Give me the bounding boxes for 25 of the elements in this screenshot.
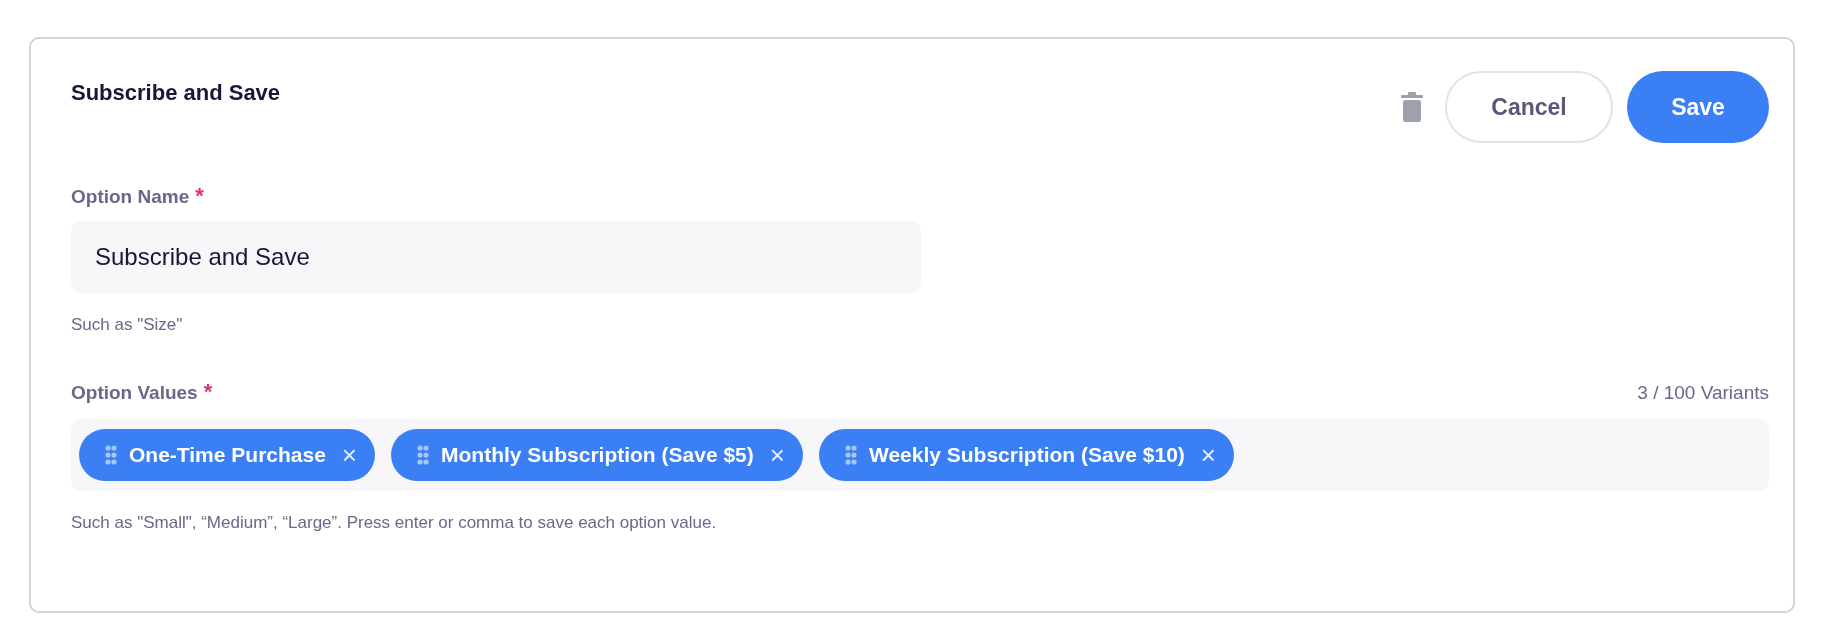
tag-label: Monthly Subscription (Save $5) — [441, 443, 754, 467]
option-tag[interactable]: Monthly Subscription (Save $5) × — [391, 429, 803, 481]
drag-handle-icon[interactable] — [417, 445, 430, 465]
cancel-button[interactable]: Cancel — [1445, 71, 1613, 143]
save-button[interactable]: Save — [1627, 71, 1769, 143]
remove-tag-button[interactable]: × — [765, 442, 789, 468]
remove-tag-button[interactable]: × — [1196, 442, 1221, 468]
required-mark: * — [203, 379, 213, 405]
hint-text: Such as "Small", “Medium”, “Large”. Press enter or comma to save each option value. — [71, 513, 718, 533]
remove-tag-button[interactable]: × — [337, 442, 362, 468]
required-mark: * — [195, 183, 204, 209]
field-label: Option Name — [71, 186, 190, 208]
field-label: Option Values — [71, 382, 198, 404]
tag-label: One-Time Purchase — [129, 443, 326, 467]
drag-handle-icon[interactable] — [105, 445, 117, 465]
tag-label: Weekly Subscription (Save $10) — [868, 443, 1185, 467]
option-tag[interactable]: Weekly Subscription (Save $10) × — [818, 429, 1235, 481]
option-tag[interactable]: One-Time Purchase × — [79, 429, 376, 481]
trash-icon[interactable] — [1401, 92, 1423, 122]
variant-counter: 3 / 100 Variants — [1637, 382, 1769, 404]
tag-input-field[interactable]: One-Time Purchase × Monthly Subscription (Save $5) × Weekly Subscription (Save $10) × — [71, 419, 1769, 491]
input-field[interactable]: Subscribe and Save — [71, 221, 921, 293]
card-title: Subscribe and Save — [71, 80, 281, 106]
drag-handle-icon[interactable] — [844, 445, 857, 465]
hint-text: Such as "Size" — [71, 315, 184, 335]
